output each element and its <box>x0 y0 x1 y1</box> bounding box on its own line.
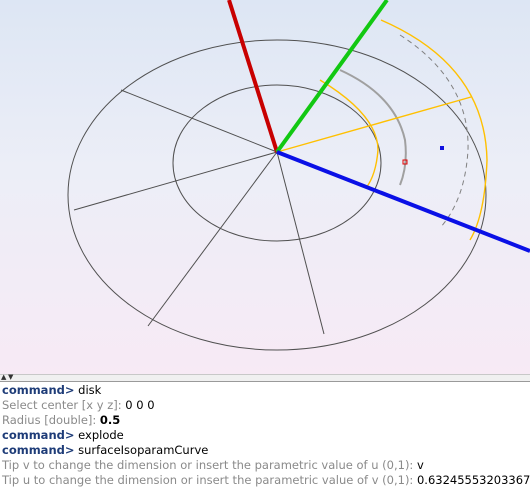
hint-value: 0.5 <box>99 413 121 427</box>
disk-inner-circle <box>172 84 382 242</box>
console-line: Radius [double]: 0.5 <box>2 413 530 428</box>
spoke <box>147 151 278 327</box>
console-line: Tip u to change the dimension or insert … <box>2 473 530 488</box>
hint-value: v <box>416 458 424 472</box>
hint-text: Select center [x y z]: <box>2 398 122 412</box>
hint-text: Tip u to change the dimension or insert … <box>2 473 414 487</box>
console-line: Tip v to change the dimension or insert … <box>2 458 530 473</box>
inner-arc-highlight <box>339 69 407 186</box>
isoparam-radial-line <box>276 96 472 153</box>
disk-outer-circle <box>67 39 487 351</box>
command-text: disk <box>78 383 102 397</box>
spoke <box>276 151 325 335</box>
collapse-up-icon[interactable]: ▲ <box>1 373 6 381</box>
command-prompt: command> <box>2 428 75 442</box>
console-line: command> explode <box>2 428 530 443</box>
spoke <box>73 151 278 211</box>
z-axis <box>227 0 279 153</box>
hint-text: Radius [double]: <box>2 413 97 427</box>
command-text: surfaceIsoparamCurve <box>78 443 209 457</box>
spoke <box>120 89 278 153</box>
collapse-down-icon[interactable]: ▼ <box>8 373 13 381</box>
hint-value: 0 0 0 <box>125 398 155 412</box>
console-line: command> surfaceIsoparamCurve <box>2 443 530 458</box>
isoparam-dashed-arc <box>399 34 469 229</box>
3d-viewport[interactable] <box>0 0 530 374</box>
panel-splitter[interactable]: ▲ ▼ <box>0 373 530 382</box>
command-text: explode <box>78 428 124 442</box>
command-console[interactable]: command> disk Select center [x y z]: 0 0… <box>0 383 530 492</box>
small-blue-square-icon[interactable] <box>440 146 444 150</box>
isoparam-outer-arc <box>380 19 488 241</box>
command-prompt: command> <box>2 383 75 397</box>
isoparam-curves <box>276 19 488 241</box>
hint-text: Tip v to change the dimension or insert … <box>2 458 414 472</box>
scene-canvas[interactable] <box>0 0 530 374</box>
command-prompt: command> <box>2 443 75 457</box>
console-line: command> disk <box>2 383 530 398</box>
disk-spokes <box>73 89 325 335</box>
hint-value: 0.6324555320336759 <box>416 473 530 487</box>
x-axis <box>276 150 530 253</box>
console-line: Select center [x y z]: 0 0 0 <box>2 398 530 413</box>
